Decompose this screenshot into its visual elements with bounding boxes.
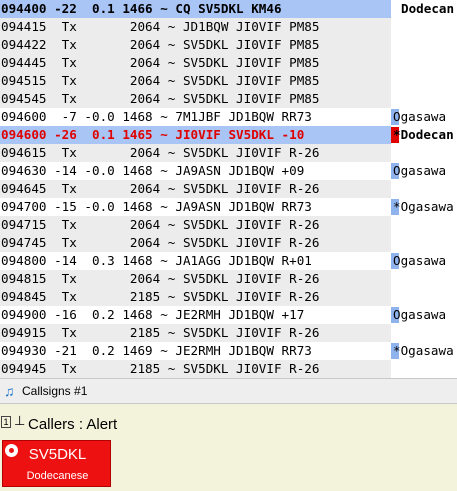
log-row[interactable]: 094700 -15 -0.0 1468 ~ JA9ASN JD1BQW RR7… — [0, 198, 457, 216]
music-note-icon: ♫ — [4, 383, 15, 399]
country-name: *Ogasawa — [393, 199, 454, 214]
decode-message: 094715 Tx 2064 ~ SV5DKL JI0VIF R-26 — [0, 216, 391, 234]
log-row[interactable]: 094600 -7 -0.0 1468 ~ 7M1JBF JD1BQW RR73… — [0, 108, 457, 126]
log-row[interactable]: 094615 Tx 2064 ~ SV5DKL JI0VIF R-26 — [0, 144, 457, 162]
log-row[interactable]: 094545 Tx 2064 ~ SV5DKL JI0VIF PM85 — [0, 90, 457, 108]
caller-callsign: SV5DKL — [28, 446, 87, 463]
caller-entity: Dodecanese — [26, 470, 89, 482]
decode-message: 094915 Tx 2185 ~ SV5DKL JI0VIF R-26 — [0, 324, 391, 342]
log-row[interactable]: 094515 Tx 2064 ~ SV5DKL JI0VIF PM85 — [0, 72, 457, 90]
decode-log[interactable]: 094400 -22 0.1 1466 ~ CQ SV5DKL KM46 Dode… — [0, 0, 457, 378]
log-row[interactable]: 094415 Tx 2064 ~ JD1BQW JI0VIF PM85 — [0, 18, 457, 36]
country-name: Dodecan — [401, 1, 455, 16]
decode-message: 094615 Tx 2064 ~ SV5DKL JI0VIF R-26 — [0, 144, 391, 162]
decode-message: 094515 Tx 2064 ~ SV5DKL JI0VIF PM85 — [0, 72, 391, 90]
pushpin-icon[interactable]: ⊥ — [14, 413, 25, 429]
decode-message: 094645 Tx 2064 ~ SV5DKL JI0VIF R-26 — [0, 180, 391, 198]
decode-message: 094415 Tx 2064 ~ JD1BQW JI0VIF PM85 — [0, 18, 391, 36]
country-name: Ogasawa — [393, 253, 447, 268]
country-name: *Dodecan — [393, 127, 454, 142]
decode-message: 094545 Tx 2064 ~ SV5DKL JI0VIF PM85 — [0, 90, 391, 108]
decode-message: 094900 -16 0.2 1468 ~ JE2RMH JD1BQW +17 — [0, 306, 391, 324]
log-row[interactable]: 094745 Tx 2064 ~ SV5DKL JI0VIF R-26 — [0, 234, 457, 252]
decode-message: 094630 -14 -0.0 1468 ~ JA9ASN JD1BQW +09 — [0, 162, 391, 180]
decode-message: 094845 Tx 2185 ~ SV5DKL JI0VIF R-26 — [0, 288, 391, 306]
tab-title: Callsigns #1 — [22, 384, 88, 398]
decode-message: 094745 Tx 2064 ~ SV5DKL JI0VIF R-26 — [0, 234, 391, 252]
country-name: Ogasawa — [393, 163, 447, 178]
decode-message: 094700 -15 -0.0 1468 ~ JA9ASN JD1BQW RR7… — [0, 198, 391, 216]
country-name: Ogasawa — [393, 307, 447, 322]
caller-alert-button[interactable]: SV5DKL Dodecanese — [2, 440, 111, 487]
country-name: *Ogasawa — [393, 343, 454, 358]
log-row[interactable]: 094445 Tx 2064 ~ SV5DKL JI0VIF PM85 — [0, 54, 457, 72]
decode-message: 094400 -22 0.1 1466 ~ CQ SV5DKL KM46 — [0, 0, 391, 18]
log-row[interactable]: 094900 -16 0.2 1468 ~ JE2RMH JD1BQW +17 O… — [0, 306, 457, 324]
log-row[interactable]: 094400 -22 0.1 1466 ~ CQ SV5DKL KM46 Dode… — [0, 0, 457, 18]
decode-message: 094600 -26 0.1 1465 ~ JI0VIF SV5DKL -10 — [0, 126, 391, 144]
log-row[interactable]: 094815 Tx 2064 ~ SV5DKL JI0VIF R-26 — [0, 270, 457, 288]
log-row[interactable]: 094630 -14 -0.0 1468 ~ JA9ASN JD1BQW +09… — [0, 162, 457, 180]
decode-message: 094445 Tx 2064 ~ SV5DKL JI0VIF PM85 — [0, 54, 391, 72]
log-row[interactable]: 094930 -21 0.2 1469 ~ JE2RMH JD1BQW RR73… — [0, 342, 457, 360]
panel-title: Callers : Alert — [28, 416, 118, 433]
log-row[interactable]: 094600 -26 0.1 1465 ~ JI0VIF SV5DKL -10 *… — [0, 126, 457, 144]
callsigns-tab[interactable]: ♫ Callsigns #1 — [0, 378, 457, 404]
decode-message: 094600 -7 -0.0 1468 ~ 7M1JBF JD1BQW RR73 — [0, 108, 391, 126]
log-row[interactable]: 094422 Tx 2064 ~ SV5DKL JI0VIF PM85 — [0, 36, 457, 54]
log-row[interactable]: 094845 Tx 2185 ~ SV5DKL JI0VIF R-26 — [0, 288, 457, 306]
log-row[interactable]: 094645 Tx 2064 ~ SV5DKL JI0VIF R-26 — [0, 180, 457, 198]
decode-message: 094815 Tx 2064 ~ SV5DKL JI0VIF R-26 — [0, 270, 391, 288]
decode-message: 094945 Tx 2185 ~ SV5DKL JI0VIF R-26 — [0, 360, 391, 378]
decode-message: 094800 -14 0.3 1468 ~ JA1AGG JD1BQW R+01 — [0, 252, 391, 270]
log-row[interactable]: 094715 Tx 2064 ~ SV5DKL JI0VIF R-26 — [0, 216, 457, 234]
decode-message: 094930 -21 0.2 1469 ~ JE2RMH JD1BQW RR73 — [0, 342, 391, 360]
country-name: Ogasawa — [393, 109, 447, 124]
decode-message: 094422 Tx 2064 ~ SV5DKL JI0VIF PM85 — [0, 36, 391, 54]
log-row[interactable]: 094800 -14 0.3 1468 ~ JA1AGG JD1BQW R+01… — [0, 252, 457, 270]
pin-number-label[interactable]: 1 — [1, 416, 11, 428]
log-row[interactable]: 094945 Tx 2185 ~ SV5DKL JI0VIF R-26 — [0, 360, 457, 378]
log-row[interactable]: 094915 Tx 2185 ~ SV5DKL JI0VIF R-26 — [0, 324, 457, 342]
